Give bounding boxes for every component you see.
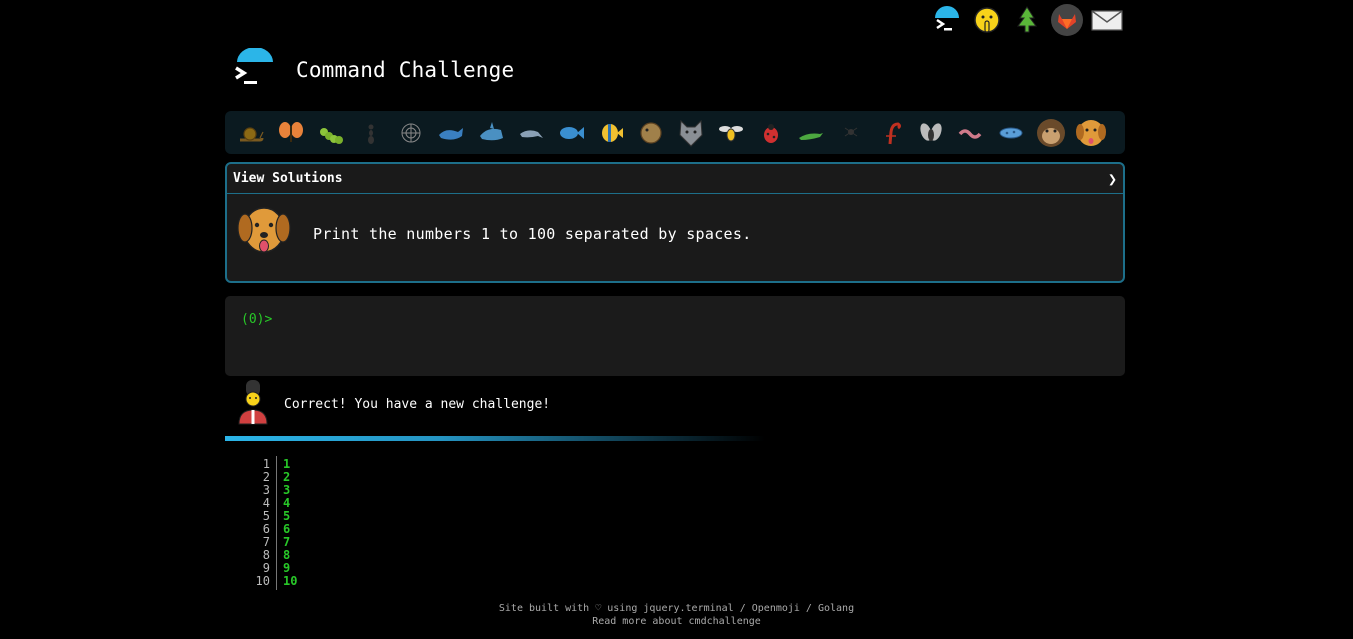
logo-icon[interactable] [229,47,281,92]
dog-icon [235,204,293,264]
chevron-right-icon[interactable]: ❯ [1108,170,1117,188]
challenge-body: Print the numbers 1 to 100 separated by … [227,194,1123,274]
pufferfish-icon[interactable] [631,113,671,153]
snail-icon[interactable] [231,113,271,153]
tree-icon[interactable] [1007,2,1047,38]
footer-read-more-link[interactable]: Read more about cmdchallenge [0,615,1353,628]
gitlab-fox-icon[interactable] [1047,2,1087,38]
terminal-prompt: (0)> [241,312,273,327]
view-solutions-label: View Solutions [233,171,343,186]
wolf-icon[interactable] [671,113,711,153]
fly-icon[interactable] [911,113,951,153]
progress-bar [225,436,765,441]
microbe-icon[interactable] [991,113,1031,153]
line-numbers: 1 2 3 4 5 6 7 8 9 10 [238,456,277,590]
top-links [927,2,1127,38]
footer: Site built with ♡ using jquery.terminal … [0,602,1353,628]
output-line: 10 [283,574,298,588]
mail-icon[interactable] [1087,2,1127,38]
dog-icon[interactable] [1071,113,1111,153]
line-number: 10 [255,574,270,588]
output-values: 1 2 3 4 5 6 7 8 9 10 [277,456,297,590]
shushing-face-icon[interactable] [967,2,1007,38]
spider-web-icon[interactable] [391,113,431,153]
dolphin-icon[interactable] [511,113,551,153]
bee-icon[interactable] [711,113,751,153]
challenge-panel: View Solutions ❯ Print the numbers 1 to … [225,162,1125,283]
guard-icon [236,378,270,430]
monkey-icon[interactable] [1031,113,1071,153]
fish-icon[interactable] [551,113,591,153]
footer-credits[interactable]: Site built with ♡ using jquery.terminal … [0,602,1353,615]
page-title: Command Challenge [296,58,515,82]
shark-icon[interactable] [471,113,511,153]
status-message: Correct! You have a new challenge! [236,378,550,430]
scorpion-icon[interactable] [871,113,911,153]
terminal[interactable]: (0)> [225,296,1125,376]
ant-icon[interactable] [351,113,391,153]
output-listing: 1 2 3 4 5 6 7 8 9 10 1 2 3 4 5 6 7 8 9 10 [238,456,297,590]
tropical-fish-icon[interactable] [591,113,631,153]
view-solutions-toggle[interactable]: View Solutions ❯ [227,164,1123,194]
status-text: Correct! You have a new challenge! [284,396,551,412]
butterfly-icon[interactable] [271,113,311,153]
terminal-icon[interactable] [927,2,967,38]
whale-icon[interactable] [431,113,471,153]
caterpillar-icon[interactable] [311,113,351,153]
worm-icon[interactable] [951,113,991,153]
spider-icon[interactable] [831,113,871,153]
site-header: Command Challenge [229,47,515,92]
ladybug-icon[interactable] [751,113,791,153]
lizard-icon[interactable] [791,113,831,153]
challenge-description: Print the numbers 1 to 100 separated by … [313,225,752,243]
challenge-emoji-bar [225,111,1125,154]
